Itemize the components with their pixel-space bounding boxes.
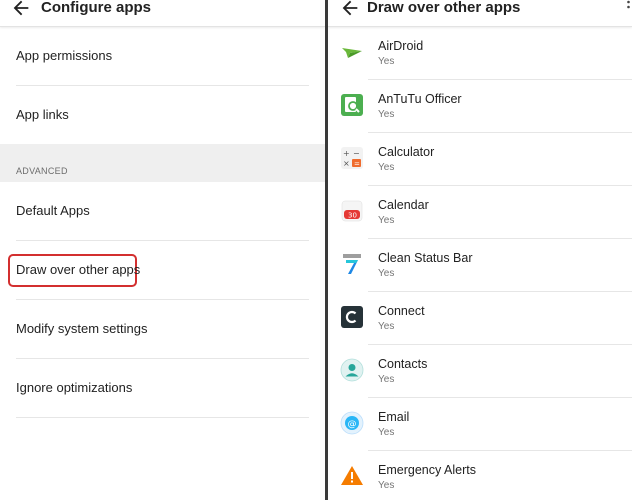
settings-item-label: App links: [16, 107, 69, 122]
svg-text:=: =: [354, 160, 360, 168]
app-status: Yes: [378, 427, 395, 438]
section-label: ADVANCED: [16, 166, 68, 176]
app-status: Yes: [378, 56, 395, 67]
app-item-contacts[interactable]: Contacts Yes: [328, 345, 632, 398]
settings-item-label: Default Apps: [16, 203, 90, 218]
svg-text:@: @: [348, 420, 357, 430]
emergency-alerts-icon: [341, 466, 363, 485]
app-status: Yes: [378, 321, 395, 332]
app-status: Yes: [378, 268, 395, 279]
configure-apps-screen: Configure apps App permissions App links…: [0, 0, 325, 500]
settings-item-default-apps[interactable]: Default Apps: [16, 182, 309, 241]
app-item-emergency-alerts[interactable]: Emergency Alerts Yes: [328, 451, 632, 500]
app-status: Yes: [378, 109, 395, 120]
app-name: Contacts: [378, 357, 428, 371]
svg-text:×: ×: [343, 159, 350, 168]
settings-item-ignore-optimizations[interactable]: Ignore optimizations: [16, 359, 309, 418]
settings-item-label: App permissions: [16, 48, 113, 63]
calculator-icon: + − × =: [341, 147, 363, 169]
app-item-airdroid[interactable]: AirDroid Yes: [328, 27, 632, 80]
app-name: Connect: [378, 304, 425, 318]
app-name: AnTuTu Officer: [378, 92, 462, 106]
app-item-calendar[interactable]: 30 Calendar Yes: [328, 186, 632, 239]
app-item-antutu-officer[interactable]: AnTuTu Officer Yes: [328, 80, 632, 133]
app-status: Yes: [378, 215, 395, 226]
settings-item-label: Modify system settings: [16, 321, 148, 336]
draw-over-other-apps-screen: Draw over other apps AirDroid Yes AnTuTu…: [328, 0, 632, 500]
settings-item-app-permissions[interactable]: App permissions: [16, 27, 309, 86]
page-title: Configure apps: [41, 0, 152, 16]
app-name: Calculator: [378, 145, 435, 159]
email-icon: @: [340, 411, 364, 435]
svg-text:−: −: [353, 149, 360, 158]
app-status: Yes: [378, 480, 395, 491]
back-arrow-icon[interactable]: [10, 0, 32, 19]
svg-text:+: +: [343, 149, 350, 158]
app-status: Yes: [378, 374, 395, 385]
app-status: Yes: [378, 162, 395, 173]
airdroid-icon: [342, 48, 362, 58]
app-name: Clean Status Bar: [378, 251, 473, 265]
calendar-date-text: 30: [348, 212, 357, 220]
calendar-icon: 30: [341, 200, 363, 222]
contacts-icon: [340, 358, 364, 382]
section-header-advanced: ADVANCED: [0, 144, 325, 182]
settings-item-app-links[interactable]: App links: [16, 86, 309, 144]
app-bar: Draw over other apps: [328, 0, 632, 27]
app-name: Calendar: [378, 198, 429, 212]
page-title: Draw over other apps: [367, 0, 521, 16]
connect-icon: [341, 306, 363, 328]
app-name: AirDroid: [378, 39, 424, 53]
app-name: Emergency Alerts: [378, 463, 476, 477]
back-arrow-icon[interactable]: [339, 0, 361, 19]
app-item-clean-status-bar[interactable]: Clean Status Bar Yes: [328, 239, 632, 292]
app-item-calculator[interactable]: + − × = Calculator Yes: [328, 133, 632, 186]
settings-item-label: Ignore optimizations: [16, 380, 133, 395]
clean-status-bar-icon: [343, 254, 361, 274]
app-item-email[interactable]: @ Email Yes: [328, 398, 632, 451]
app-name: Email: [378, 410, 410, 424]
settings-item-modify-system-settings[interactable]: Modify system settings: [16, 300, 309, 359]
settings-item-draw-over-other-apps[interactable]: Draw over other apps: [8, 241, 309, 300]
antutu-icon: [341, 94, 363, 116]
app-item-connect[interactable]: Connect Yes: [328, 292, 632, 345]
more-options-icon[interactable]: [627, 0, 630, 12]
settings-item-label: Draw over other apps: [16, 262, 141, 277]
app-bar: Configure apps: [0, 0, 325, 27]
